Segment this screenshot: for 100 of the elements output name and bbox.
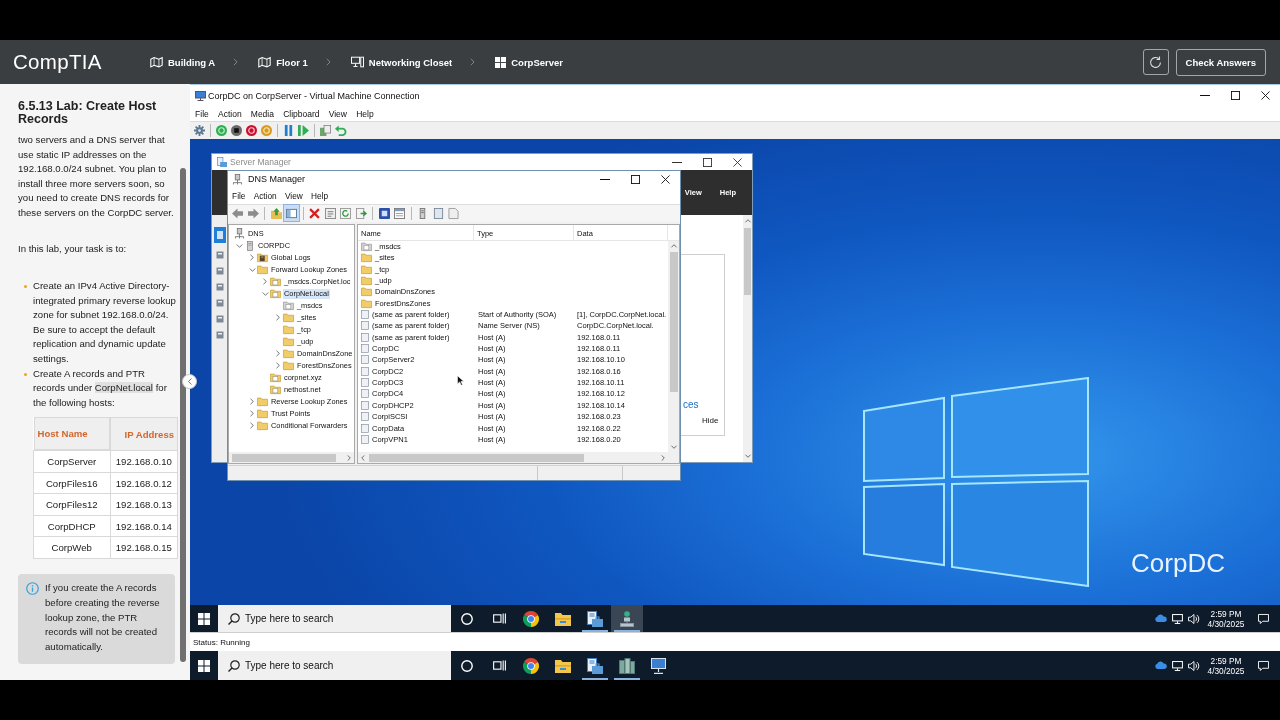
network-icon [1171, 613, 1183, 624]
menu-item[interactable]: View [324, 108, 352, 119]
browser-icon [523, 657, 539, 674]
toolbox-icon [587, 610, 603, 627]
stop-icon [231, 125, 242, 136]
menu-item[interactable]: File [190, 108, 214, 119]
folder-icon [257, 265, 268, 275]
scrollbar-thumb[interactable] [232, 453, 336, 462]
delegated-folder-icon [361, 242, 372, 251]
check-answers-button[interactable]: Check Answers [1175, 48, 1266, 76]
scroll-left-icon [361, 454, 365, 461]
folder-icon [361, 253, 372, 263]
cloud-icon [1155, 662, 1167, 669]
folder-icon [361, 264, 372, 274]
table-cell: 192.168.0.10 [110, 450, 178, 473]
dashboard-icon [214, 227, 226, 243]
task-text: Create an IPv4 Active Directory-integrated primary reverse lookup zone for subnet 192.168.0.0/24. Be sure to accept the default replication and dynamic update settings. [33, 279, 177, 366]
export-icon [355, 207, 367, 219]
menu-item[interactable]: Help [351, 108, 379, 119]
bullet-icon [24, 372, 27, 376]
four-squares-icon [198, 659, 210, 672]
search-field[interactable]: Type here to search [218, 651, 451, 680]
search-field[interactable]: Type here to search [218, 605, 451, 632]
menu-item[interactable]: Action [249, 190, 281, 201]
window-title: Server Manager [230, 157, 291, 167]
map-icon [258, 56, 272, 68]
four-squares-icon [198, 612, 210, 625]
breadcrumb[interactable]: CorpServer [495, 56, 563, 68]
folder-icon [361, 287, 372, 297]
folder-icon [361, 298, 372, 308]
menu-item[interactable]: Action [213, 108, 247, 119]
menu-item[interactable]: View [280, 190, 307, 201]
minimize-icon [600, 178, 610, 180]
zone-folder-icon [270, 289, 281, 299]
toolbox-icon [217, 157, 227, 167]
back-arrow-icon [232, 207, 243, 219]
scrollbar-thumb[interactable] [180, 168, 186, 662]
close-icon [1260, 91, 1270, 100]
scroll-right-icon [661, 454, 665, 461]
scrollbar-thumb[interactable] [369, 453, 584, 462]
reset-button[interactable] [1142, 49, 1169, 75]
nav-item-icon [216, 331, 224, 339]
table-cell: CorpDHCP [33, 515, 110, 537]
nav-item-icon [216, 251, 224, 259]
menu-item[interactable]: Clipboard [278, 108, 325, 119]
circle-icon [461, 612, 473, 625]
nav-item-icon [216, 283, 224, 291]
folder-icon [555, 658, 571, 673]
task-view-icon [492, 613, 506, 624]
close-icon [732, 157, 742, 167]
scrollbar-thumb[interactable] [744, 228, 751, 295]
breadcrumb[interactable]: Floor 1 [258, 56, 308, 68]
link[interactable]: ces [683, 399, 724, 411]
breadcrumb[interactable]: Networking Closet [350, 56, 453, 68]
toolbar-button[interactable] [229, 122, 244, 139]
menu-item[interactable]: Help [306, 190, 333, 201]
clock-time: 2:59 PM [1210, 608, 1242, 619]
menu-item[interactable]: File [228, 190, 250, 201]
maximize-icon [630, 174, 640, 184]
document-icon [448, 207, 459, 219]
folder-icon [257, 409, 268, 419]
chevron-icon [325, 58, 331, 66]
note-text: If you create the A records before creating the reverse lookup zone, the PTR records will not be created automatically. [45, 581, 161, 654]
close-icon [660, 174, 670, 184]
zone-folder-icon [270, 373, 281, 383]
mouse-pointer-icon [457, 374, 464, 386]
monitor-icon [651, 657, 667, 674]
toolbar-button[interactable] [376, 205, 392, 222]
dns-server-icon [233, 173, 242, 185]
server-towers-icon [619, 657, 635, 674]
scrollbar-thumb[interactable] [669, 251, 678, 392]
folder-icon [555, 611, 571, 626]
notification-icon [1257, 613, 1269, 624]
window-title: CorpDC on CorpServer - Virtual Machine Connection [208, 90, 420, 101]
task-intro: In this lab, your task is to: [18, 242, 128, 257]
checkpoint-icon [320, 125, 331, 136]
intro-paragraph: two servers and a DNS server that use static IP addresses on the 192.168.0.0/24 subnet. You plan to install three more servers soon, so you need to create DNS records for these servers on the CorpDC server. [18, 133, 175, 220]
log-folder-icon [257, 253, 268, 263]
table-cell: 192.168.0.15 [110, 536, 178, 559]
server-icon [246, 240, 253, 251]
chevron-left-icon [187, 378, 192, 385]
delete-icon [309, 207, 320, 219]
menu-item[interactable]: Media [246, 108, 279, 119]
computer-icon [350, 56, 364, 68]
reset-icon [298, 125, 309, 136]
power-icon [246, 125, 257, 136]
map-icon [150, 56, 163, 68]
dns-server-icon [235, 228, 244, 240]
undo-icon [335, 125, 346, 136]
hide-button[interactable]: Hide [702, 416, 724, 425]
scroll-up-icon [670, 243, 677, 248]
panel-icon [432, 207, 444, 219]
folder-icon [283, 337, 294, 347]
folder-icon [283, 325, 294, 335]
breadcrumb[interactable]: Building A [150, 56, 216, 68]
up-folder-icon [270, 207, 282, 219]
tree-pane-icon [286, 207, 297, 219]
server-icon [417, 207, 428, 219]
folder-icon [361, 276, 372, 286]
nav-item-icon [216, 267, 224, 275]
